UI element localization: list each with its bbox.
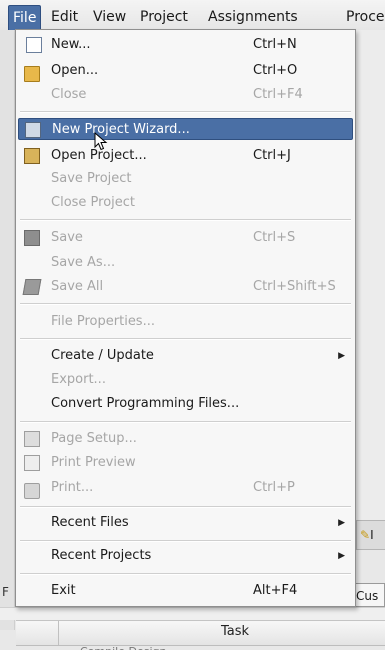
menu-separator [20,573,351,575]
menu-item-label: Open... [51,63,99,78]
print-icon [24,483,40,499]
menu-separator [20,219,351,221]
menu-item-shortcut: Ctrl+N [253,37,297,52]
mouse-pointer-icon [94,132,108,151]
menu-item-label: New... [51,37,91,52]
submenu-arrow-icon: ▶ [338,551,345,561]
menu-item-shortcut: Ctrl+O [253,63,298,78]
submenu-arrow-icon: ▶ [338,518,345,528]
menu-item-new[interactable]: New... Ctrl+N [18,34,353,56]
open-project-icon [24,148,40,164]
menu-item-label: Print... [51,480,94,495]
menu-item-shortcut: Ctrl+J [253,148,291,163]
left-panel-edge [0,30,15,630]
menu-item-new-project-wizard[interactable]: New Project Wizard... [18,118,353,140]
background-tab[interactable]: ✎I [356,520,385,550]
save-all-icon [22,279,42,295]
page-setup-icon [24,431,40,447]
menu-separator [20,338,351,340]
menu-item-export: Export... [18,369,353,391]
menu-item-label: Save Project [51,171,132,186]
menu-item-save-as: Save As... [18,252,353,274]
menu-item-label: Print Preview [51,455,136,470]
menu-separator [20,540,351,542]
submenu-arrow-icon: ▶ [338,351,345,361]
menu-edit[interactable]: Edit [47,7,82,27]
menu-item-label: Export... [51,372,106,387]
print-preview-icon [24,455,40,471]
menu-item-convert-programming-files[interactable]: Convert Programming Files... [18,393,353,415]
menu-item-exit[interactable]: Exit Alt+F4 [18,580,353,602]
background-label: F [2,585,9,599]
task-row-partial: Compile Design [80,645,166,650]
menu-item-save-all: Save All Ctrl+Shift+S [18,276,353,298]
menu-item-shortcut: Ctrl+Shift+S [253,279,336,294]
menu-item-label: Close [51,87,87,102]
task-column-header[interactable]: Task [221,624,249,639]
save-icon [24,230,40,246]
menu-project[interactable]: Project [136,7,192,27]
menu-processing[interactable]: Proce [342,7,385,27]
new-file-icon [26,37,42,53]
menu-item-open[interactable]: Open... Ctrl+O [18,60,353,82]
menu-assignments[interactable]: Assignments [204,7,302,27]
column-divider [58,621,59,645]
background-button[interactable]: Cus [351,583,385,607]
menu-item-close: Close Ctrl+F4 [18,84,353,106]
menu-item-shortcut: Ctrl+S [253,230,296,245]
menu-item-page-setup: Page Setup... [18,428,353,450]
file-menu-dropdown: New... Ctrl+N Open... Ctrl+O Close Ctrl+… [15,29,356,607]
menu-separator [20,111,351,113]
open-folder-icon [24,66,40,82]
menu-item-shortcut: Ctrl+F4 [253,87,303,102]
menu-item-label: Page Setup... [51,431,137,446]
menu-item-recent-projects[interactable]: Recent Projects ▶ [18,545,353,567]
menu-file[interactable]: File [8,5,42,30]
menu-item-label: Save All [51,279,104,294]
menu-item-save-project: Save Project [18,168,353,190]
menu-item-open-project[interactable]: Open Project... Ctrl+J [18,145,353,167]
menu-item-print-preview: Print Preview [18,452,353,474]
right-panel-edge [355,30,385,520]
background-tab-label: I [370,528,374,542]
menu-separator [20,303,351,305]
menu-item-file-properties: File Properties... [18,311,353,333]
wand-icon: ✎ [360,528,371,542]
background-row [0,607,385,620]
menu-separator [20,506,351,508]
menu-item-label: Save As... [51,255,116,270]
menu-item-label: Convert Programming Files... [51,396,240,411]
menu-separator [20,421,351,423]
menu-item-label: Exit [51,583,76,598]
menu-bar: File Edit View Project Assignments Proce [0,0,385,31]
wizard-icon [25,122,41,138]
menu-item-label: New Project Wizard... [52,122,190,137]
menu-item-close-project: Close Project [18,192,353,214]
menu-view[interactable]: View [89,7,130,27]
menu-item-save: Save Ctrl+S [18,227,353,249]
menu-item-print: Print... Ctrl+P [18,477,353,499]
task-table-header: Task [16,620,385,646]
menu-item-create-update[interactable]: Create / Update ▶ [18,345,353,367]
menu-item-label: Recent Files [51,515,129,530]
menu-item-label: File Properties... [51,314,155,329]
menu-item-shortcut: Alt+F4 [253,583,298,598]
menu-item-label: Recent Projects [51,548,152,563]
menu-item-label: Close Project [51,195,136,210]
menu-item-label: Create / Update [51,348,154,363]
menu-item-shortcut: Ctrl+P [253,480,295,495]
menu-item-recent-files[interactable]: Recent Files ▶ [18,512,353,534]
menu-item-label: Save [51,230,83,245]
